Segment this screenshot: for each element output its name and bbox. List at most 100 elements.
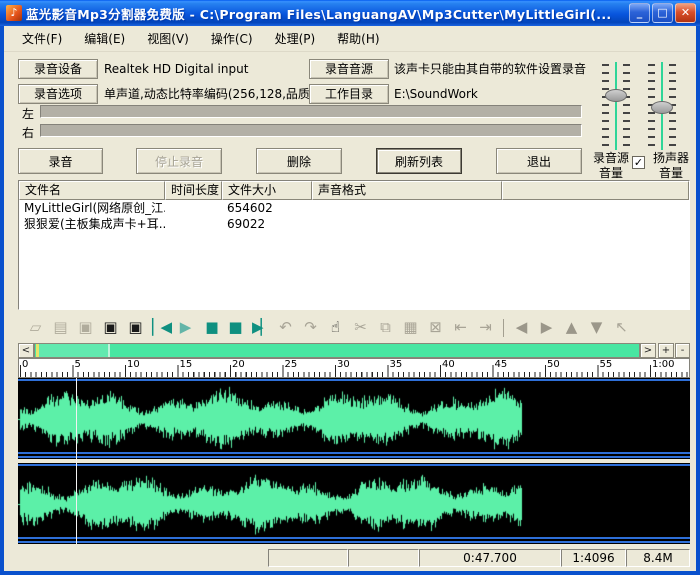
waveform-area [18,378,690,544]
toolbar: ▱▤▣▣▣▏◀▶▮▮■▶▏↶↷☝✂⧉▦⊠⇤⇥◀▶▲▼↖ [18,314,690,341]
slider-ticks [602,64,609,148]
record-source-button[interactable]: 录音音源 [309,59,389,79]
waveform-left-channel[interactable] [18,378,690,459]
pause-icon[interactable]: ▮▮ [198,314,223,341]
toolbar-separator [503,319,504,337]
time-ruler[interactable]: 05101520253035404550551:00 [18,358,690,378]
speaker-volume-thumb[interactable] [651,101,673,114]
ruler-tick-label: 10 [127,359,140,370]
column-header[interactable]: 声音格式 [312,181,502,200]
scroll-right-button[interactable]: > [640,343,656,358]
minimize-button[interactable]: _ [629,3,650,23]
column-header[interactable]: 文件大小 [222,181,312,200]
ruler-tick-label: 55 [600,359,613,370]
record-device-value: Realtek HD Digital input [104,59,248,79]
record-volume-label: 录音源 音量 [588,151,634,181]
column-header[interactable] [502,181,689,200]
playhead-cursor[interactable] [76,378,77,544]
column-header[interactable]: 文件名 [19,181,165,200]
go-start-icon[interactable]: ▏◀ [148,314,173,341]
format-cell [312,216,502,232]
record-options-value: 单声道,动态比特率编码(256,128,品质5) [104,84,322,104]
record-options-button[interactable]: 录音选项 [18,84,98,104]
play-icon[interactable]: ▶ [173,314,198,341]
save-as-icon[interactable]: ▣ [123,314,148,341]
maximize-button[interactable]: □ [652,3,673,23]
empty-cell [502,216,689,232]
amplitude-ref-line [18,464,690,466]
table-row[interactable]: MyLittleGirl(网络原创_江... 654602 [19,200,689,216]
open-file-icon[interactable]: ▱ [23,314,48,341]
stop-record-button[interactable]: 停止录音 [136,148,222,174]
waveform-right-channel[interactable] [18,463,690,544]
status-cell: 8.4M [626,549,690,567]
workdir-value: E:\SoundWork [394,84,478,104]
hand-tool-icon[interactable]: ☝ [323,314,348,341]
statusbar: 0:47.7001:40968.4M [4,549,696,567]
scroll-left-button[interactable]: < [18,343,34,358]
nudge-left-icon[interactable]: ◀ [509,314,534,341]
ruler-tick-label: 40 [442,359,455,370]
zoom-out-button[interactable]: - [675,343,690,358]
file-list: 文件名时间长度文件大小声音格式 MyLittleGirl(网络原创_江... 6… [18,180,690,310]
ruler-tick-label: 0 [22,359,28,370]
right-channel-label: 右 [22,124,34,141]
redo-icon[interactable]: ↷ [298,314,323,341]
ruler-tick-label: 20 [232,359,245,370]
nudge-right-icon[interactable]: ▶ [534,314,559,341]
nudge-down-icon[interactable]: ▼ [584,314,609,341]
file-size-cell: 69022 [222,216,312,232]
slider-ticks [623,64,630,148]
trim-right-icon[interactable]: ⇥ [473,314,498,341]
copy-icon[interactable]: ⧉ [373,314,398,341]
menu-item[interactable]: 处理(P) [267,27,324,50]
record-button[interactable]: 录音 [18,148,103,174]
record-volume-thumb[interactable] [605,89,627,102]
app-icon: ♪ [6,5,22,21]
duration-cell [165,200,222,216]
record-source-value: 该声卡只能由其自带的软件设置录音 [394,59,586,79]
record-device-button[interactable]: 录音设备 [18,59,98,79]
cut-icon[interactable]: ✂ [348,314,373,341]
menu-item[interactable]: 视图(V) [139,27,197,50]
scrollbar-selection [36,344,108,357]
menu-item[interactable]: 操作(C) [203,27,261,50]
menu-item[interactable]: 帮助(H) [329,27,387,50]
file-info-icon[interactable]: ▤ [48,314,73,341]
stop-icon[interactable]: ■ [223,314,248,341]
status-cell [348,549,419,567]
scrollbar-view-marker [108,344,110,357]
record-volume-slider[interactable] [615,62,617,150]
format-cell [312,200,502,216]
save-icon[interactable]: ▣ [73,314,98,341]
left-channel-label: 左 [22,105,34,122]
save-all-icon[interactable]: ▣ [98,314,123,341]
menu-item[interactable]: 编辑(E) [76,27,133,50]
go-end-icon[interactable]: ▶▏ [248,314,273,341]
amplitude-ref-line [18,379,690,381]
workdir-button[interactable]: 工作目录 [309,84,389,104]
volume-checkbox[interactable]: ✓ [632,156,645,169]
mouse-select-icon[interactable]: ↖ [609,314,634,341]
paste-icon[interactable]: ▦ [398,314,423,341]
delete-selection-icon[interactable]: ⊠ [423,314,448,341]
nudge-up-icon[interactable]: ▲ [559,314,584,341]
ruler-tick-label: 25 [285,359,298,370]
trim-left-icon[interactable]: ⇤ [448,314,473,341]
ruler-tick-label: 5 [75,359,81,370]
refresh-list-button[interactable]: 刷新列表 [376,148,462,174]
file-list-header: 文件名时间长度文件大小声音格式 [19,181,689,200]
table-row[interactable]: 狠狠爱(主板集成声卡+耳... 69022 [19,216,689,232]
timeline-scrollbar[interactable] [34,343,640,358]
undo-icon[interactable]: ↶ [273,314,298,341]
column-header[interactable]: 时间长度 [165,181,222,200]
status-cell [268,549,348,567]
window-title: 蓝光影音Mp3分割器免费版 - C:\Program Files\Languan… [26,4,629,23]
menu-item[interactable]: 文件(F) [14,27,70,50]
left-vu-meter [40,105,582,118]
delete-button[interactable]: 删除 [256,148,342,174]
exit-button[interactable]: 退出 [496,148,582,174]
zoom-in-button[interactable]: + [658,343,674,358]
close-button[interactable]: ✕ [675,3,696,23]
duration-cell [165,216,222,232]
